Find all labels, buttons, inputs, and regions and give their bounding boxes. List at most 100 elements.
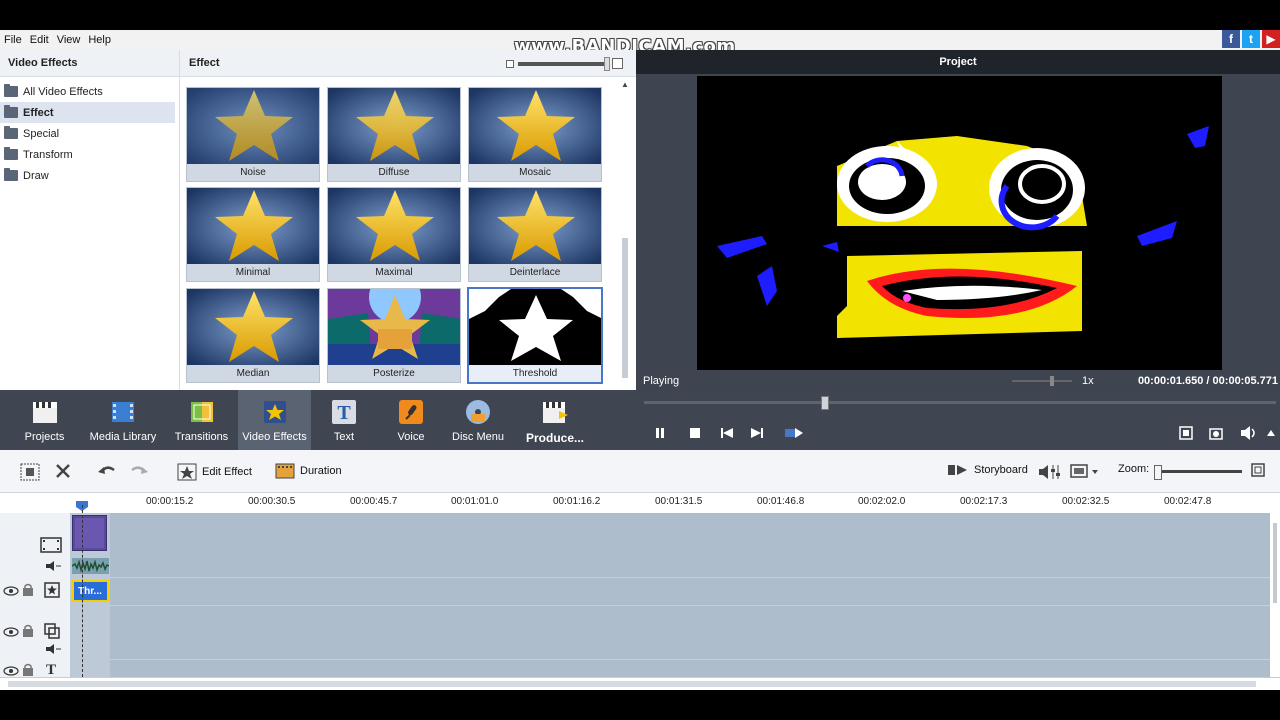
category-special[interactable]: Special — [0, 123, 175, 144]
lock-icon[interactable] — [22, 624, 34, 640]
minimal-thumbnail — [187, 188, 319, 265]
threshold-effect-clip[interactable]: Thr... — [72, 580, 109, 602]
star-effects-icon — [263, 401, 286, 423]
social-icons: f t ▶ — [1222, 30, 1280, 48]
play-region-icon[interactable] — [784, 426, 804, 440]
menu-edit[interactable]: Edit — [26, 34, 53, 46]
screen-top-bar — [0, 0, 1280, 30]
toolbar-video-effects[interactable]: Video Effects — [238, 390, 311, 450]
folder-icon — [4, 105, 18, 118]
video-preview[interactable] — [697, 76, 1222, 370]
delete-icon[interactable] — [55, 463, 71, 479]
toolbar-text[interactable]: T Text — [311, 390, 377, 450]
posterize-thumbnail — [328, 289, 460, 366]
seek-bar[interactable] — [644, 401, 1276, 404]
menu-file[interactable]: File — [0, 34, 26, 46]
edit-effect-button[interactable]: Edit Effect — [177, 463, 252, 481]
effect-tile-minimal[interactable]: Minimal — [186, 187, 320, 282]
view-options-icon[interactable] — [1070, 463, 1100, 481]
toolbar-disc-menu[interactable]: Disc Menu — [445, 390, 511, 450]
effects-gallery-panel: Effect Noise Diffuse Mosaic Minimal Maxi… — [180, 50, 636, 390]
produce-clapper-icon — [543, 402, 568, 423]
timeline-horizontal-scrollbar[interactable] — [0, 677, 1280, 690]
playback-time: 00:00:01.650 / 00:00:05.771 — [1137, 375, 1278, 387]
edit-effect-icon — [177, 463, 197, 481]
thumbnail-size-handle[interactable] — [604, 56, 610, 71]
timeline-ruler[interactable]: 00:00:15.2 00:00:30.5 00:00:45.7 00:01:0… — [0, 493, 1280, 513]
menu-view[interactable]: View — [53, 34, 85, 46]
select-all-icon[interactable] — [20, 463, 40, 481]
timeline-zoom-slider[interactable] — [1154, 465, 1242, 480]
eye-icon[interactable] — [3, 626, 19, 640]
category-draw[interactable]: Draw — [0, 165, 175, 186]
storyboard-button[interactable]: Storyboard — [947, 463, 1028, 477]
snapshot-icon[interactable] — [1209, 426, 1223, 440]
zoom-label: Zoom: — [1118, 463, 1150, 475]
toolbar-media-library[interactable]: Media Library — [81, 390, 165, 450]
toolbar-voice[interactable]: Voice — [377, 390, 445, 450]
toolbar-projects[interactable]: Projects — [8, 390, 81, 450]
category-effect[interactable]: Effect — [0, 102, 175, 123]
timeline-tracks[interactable] — [70, 513, 1270, 677]
playhead-line — [82, 505, 83, 677]
small-thumbnail-icon — [506, 59, 514, 68]
disc-icon — [466, 400, 490, 424]
scroll-up-icon[interactable]: ▲ — [620, 80, 630, 90]
screen-bottom-bar — [0, 690, 1280, 720]
video-clip[interactable] — [72, 515, 107, 551]
timeline-vertical-scrollbar[interactable] — [1270, 493, 1280, 677]
redo-icon[interactable] — [128, 463, 150, 479]
playback-status: Playing — [643, 375, 680, 387]
twitter-icon[interactable]: t — [1242, 30, 1260, 48]
preview-title: Project — [636, 50, 1280, 74]
menu-help[interactable]: Help — [84, 34, 115, 46]
fit-to-window-icon[interactable] — [1251, 463, 1265, 477]
timeline-scroll-thumb[interactable] — [8, 681, 1256, 687]
deinterlace-thumbnail — [469, 188, 601, 265]
toolbar-transitions[interactable]: Transitions — [165, 390, 238, 450]
folder-icon — [4, 84, 18, 97]
category-transform[interactable]: Transform — [0, 144, 175, 165]
stop-icon[interactable] — [688, 426, 702, 440]
seek-handle[interactable] — [821, 396, 829, 410]
undo-icon[interactable] — [96, 463, 118, 479]
lock-icon[interactable] — [22, 583, 34, 599]
eye-icon[interactable] — [3, 585, 19, 599]
duration-icon — [275, 463, 295, 479]
speed-slider[interactable] — [1012, 376, 1072, 386]
text-track-icon: T — [44, 661, 58, 678]
duration-button[interactable]: Duration — [275, 463, 342, 479]
effect-tile-deinterlace[interactable]: Deinterlace — [468, 187, 602, 282]
svg-text:T: T — [337, 402, 351, 424]
category-list: All Video Effects Effect Special Transfo… — [0, 77, 179, 186]
category-all-video-effects[interactable]: All Video Effects — [0, 81, 175, 102]
volume-icon[interactable] — [1240, 426, 1260, 440]
large-thumbnail-icon — [612, 58, 623, 69]
clapperboard-icon — [32, 402, 57, 423]
volume-menu-arrow-icon[interactable] — [1264, 426, 1278, 440]
preview-panel: Project Playing 1x 00:00:01.650 / 00:00:… — [636, 50, 1280, 390]
toolbar-produce[interactable]: Produce... — [511, 390, 599, 450]
effect-tile-posterize[interactable]: Posterize — [327, 288, 461, 383]
effects-scrollbar[interactable]: ▲ — [620, 80, 630, 386]
pause-icon[interactable] — [653, 426, 667, 440]
effect-tile-diffuse[interactable]: Diffuse — [327, 87, 461, 182]
effect-tile-noise[interactable]: Noise — [186, 87, 320, 182]
effect-tile-mosaic[interactable]: Mosaic — [468, 87, 602, 182]
text-icon: T — [332, 400, 356, 424]
next-frame-icon[interactable] — [750, 426, 764, 440]
scroll-thumb[interactable] — [622, 238, 628, 378]
timeline-toolbar: Edit Effect Duration Storyboard Zoom: — [0, 450, 1280, 493]
fullscreen-icon[interactable] — [1179, 426, 1193, 440]
microphone-icon — [399, 400, 423, 424]
effect-tile-maximal[interactable]: Maximal — [327, 187, 461, 282]
youtube-icon[interactable]: ▶ — [1262, 30, 1280, 48]
audio-mixer-icon[interactable] — [1039, 463, 1063, 481]
audio-clip[interactable] — [72, 558, 109, 574]
thumbnail-size-slider[interactable] — [506, 56, 623, 71]
noise-thumbnail — [187, 88, 319, 165]
facebook-icon[interactable]: f — [1222, 30, 1240, 48]
effect-tile-median[interactable]: Median — [186, 288, 320, 383]
previous-frame-icon[interactable] — [720, 426, 734, 440]
effect-tile-threshold[interactable]: Threshold — [467, 287, 603, 384]
